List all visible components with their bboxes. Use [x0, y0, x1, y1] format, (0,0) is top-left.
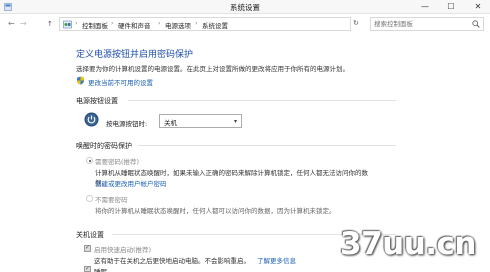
breadcrumb-item-control-panel[interactable]: 控制面板 [82, 20, 108, 30]
search-box[interactable] [370, 17, 484, 31]
no-password-description: 将你的计算机从睡眠状态唤醒时，任何人都可以访问你的数据，因为计算机未锁定。 [95, 207, 336, 215]
fast-startup-label: 启用快速启动(推荐) [94, 246, 152, 254]
back-button[interactable]: ← [8, 19, 15, 29]
search-input[interactable] [374, 19, 468, 29]
power-icon [84, 112, 99, 127]
forward-button[interactable]: → [20, 19, 27, 29]
close-button[interactable]: ✕ [466, 0, 490, 14]
breadcrumb[interactable]: › 控制面板 › 硬件和声音 › 电源选项 › 系统设置 [59, 17, 351, 31]
no-password-label: 不需要密码 [95, 196, 128, 204]
shutdown-section-title: 关机设置 [76, 231, 104, 239]
power-button-section-title: 电源按钮设置 [76, 97, 118, 105]
require-password-label: 需要密码(推荐) [95, 158, 140, 166]
breadcrumb-item-power-options[interactable]: 电源选项 [165, 20, 191, 30]
control-panel-icon [63, 20, 72, 29]
page-title: 定义电源按钮并启用密码保护 [76, 50, 194, 60]
watermark-text: 37uu.cn [340, 226, 477, 262]
fast-startup-checkbox[interactable] [84, 244, 91, 252]
require-password-radio[interactable] [86, 157, 93, 164]
learn-more-link[interactable]: 了解更多信息 [257, 255, 296, 265]
address-bar: ← → ↑ › 控制面板 › 硬件和声音 › 电源选项 › 系统设置 ↻ [0, 14, 490, 34]
breadcrumb-item-system-settings[interactable]: 系统设置 [202, 20, 228, 30]
require-password-description: 计算机从睡眠状态唤醒时，如果未输入正确的密码来解除计算机锁定，任何人都无法访问你… [95, 169, 368, 177]
sleep-checkbox[interactable] [84, 265, 91, 272]
power-button-label: 按电源按钮时: [106, 120, 148, 128]
section-divider [138, 145, 396, 146]
breadcrumb-separator: › [111, 20, 114, 27]
breadcrumb-separator: › [158, 20, 161, 27]
chevron-down-icon: ▾ [233, 118, 237, 125]
change-unavailable-settings-link[interactable]: 更改当前不可用的设置 [88, 77, 153, 87]
create-password-link[interactable]: 创建或更改用户帐户密码 [95, 178, 167, 188]
uac-shield-icon [77, 76, 84, 85]
breadcrumb-separator: › [75, 20, 78, 27]
up-button[interactable]: ↑ [47, 19, 53, 29]
section-divider [128, 100, 396, 101]
page-description: 选择要为你的计算机设置的电源设置。在此页上对设置所做的更改将应用于你所有的电源计… [76, 65, 349, 73]
sleep-label: 睡眠 [94, 268, 107, 272]
power-button-action-value: 关机 [164, 119, 177, 127]
breadcrumb-item-hardware-sound[interactable]: 硬件和声音 [118, 20, 151, 30]
search-icon[interactable] [472, 20, 480, 28]
title-bar: 系统设置 — ☐ ✕ [0, 0, 490, 14]
refresh-button[interactable]: ↻ [353, 19, 365, 27]
watermark: 37uu.cn [340, 226, 490, 272]
minimize-button[interactable]: — [415, 0, 435, 14]
password-protection-section-title: 唤醒时的密码保护 [76, 142, 132, 150]
no-password-radio[interactable] [86, 195, 93, 202]
breadcrumb-separator: › [195, 20, 198, 27]
power-button-action-select[interactable]: 关机 ▾ [159, 114, 242, 128]
maximize-button[interactable]: ☐ [441, 0, 461, 14]
fast-startup-description: 这有助于在关机之后更快地启动电脑。不会影响重启。 [94, 257, 250, 265]
